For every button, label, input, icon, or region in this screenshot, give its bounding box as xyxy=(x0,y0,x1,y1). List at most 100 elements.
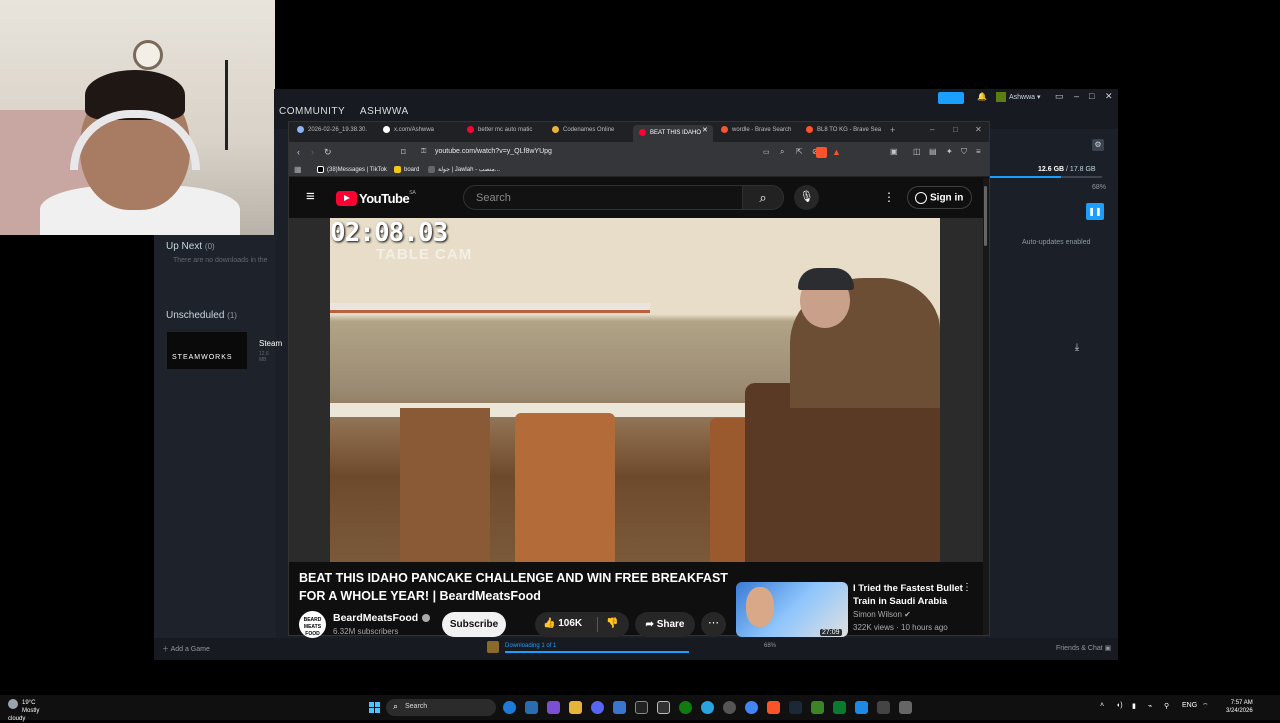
tab-codenames[interactable]: Codenames Online xyxy=(552,126,630,140)
new-tab-icon[interactable]: + xyxy=(890,125,895,135)
battery-icon[interactable]: ▮ xyxy=(1132,702,1136,710)
explorer-icon[interactable] xyxy=(569,701,582,714)
obs-icon[interactable] xyxy=(635,701,648,714)
dislike-button[interactable]: 👎 xyxy=(606,618,618,629)
channel-name[interactable]: BeardMeatsFood xyxy=(333,612,431,624)
hamburger-icon[interactable]: ≡ xyxy=(306,188,315,205)
chrome-icon[interactable] xyxy=(745,701,758,714)
youtube-logo[interactable]: YouTubeSA xyxy=(336,190,416,208)
xbox-icon[interactable] xyxy=(679,701,692,714)
weather-widget[interactable]: 19°C Mostly cloudy xyxy=(8,699,44,723)
pause-button[interactable]: ❚❚ xyxy=(1086,203,1104,220)
nav-profile[interactable]: ASHWWA xyxy=(360,106,409,117)
mail-icon[interactable] xyxy=(525,701,538,714)
clock[interactable]: 7:57 AM 3/24/2026 xyxy=(1226,699,1253,715)
reload-icon[interactable]: ↻ xyxy=(324,147,332,158)
network-icon[interactable]: ⌁ xyxy=(1148,702,1152,710)
sidebar-icon[interactable]: ▣ xyxy=(890,147,898,156)
start-button[interactable] xyxy=(369,702,380,713)
close-icon[interactable]: ✕ xyxy=(975,125,982,134)
brave-rewards-icon[interactable]: ▲ xyxy=(832,147,841,157)
search-input[interactable]: Search xyxy=(463,185,743,210)
download-icon[interactable]: ⤓ xyxy=(1069,342,1085,358)
bookmark-board[interactable]: board xyxy=(394,166,419,173)
user-menu[interactable]: Ashwwa ▾ xyxy=(996,92,1041,102)
page-scrollbar[interactable] xyxy=(983,178,989,635)
gamepass-icon[interactable] xyxy=(833,701,846,714)
minecraft-icon[interactable] xyxy=(811,701,824,714)
download-status[interactable]: Downloading 1 of 1 xyxy=(505,643,556,649)
split-view-icon[interactable]: ◫ xyxy=(913,147,921,156)
more-actions-button[interactable]: ⋯ xyxy=(701,612,726,637)
nav-community[interactable]: COMMUNITY xyxy=(279,106,345,117)
channel-avatar[interactable]: BEARD MEATS FOOD xyxy=(299,611,326,638)
steam-icon[interactable] xyxy=(789,701,802,714)
minimize-icon[interactable]: – xyxy=(1074,91,1079,101)
zoom-icon[interactable]: ⌕ xyxy=(780,147,784,157)
back-icon[interactable]: ‹ xyxy=(297,147,300,157)
bookmark-icon[interactable]: ⌑ xyxy=(401,147,406,158)
forward-icon[interactable]: › xyxy=(311,147,314,157)
apps-icon[interactable]: ▦ xyxy=(294,165,302,174)
broadcast-icon[interactable] xyxy=(938,92,964,104)
friends-chat-button[interactable]: Friends & Chat ▣ xyxy=(1056,644,1111,652)
download-icon[interactable] xyxy=(487,641,499,653)
brave-shield-icon[interactable] xyxy=(816,147,827,158)
close-icon[interactable]: ✕ xyxy=(1105,91,1113,102)
subscribe-button[interactable]: Subscribe xyxy=(442,612,506,637)
maximize-icon[interactable]: □ xyxy=(1089,91,1094,101)
more-icon[interactable]: ⋮ xyxy=(883,190,895,204)
tab-youtube-active[interactable]: BEAT THIS IDAHO xyxy=(633,125,713,142)
teams-icon[interactable] xyxy=(855,701,868,714)
tab-file[interactable]: 2026-02-26_19.38.30. xyxy=(297,126,375,140)
wallet-icon[interactable]: ▤ xyxy=(929,147,937,156)
menu-icon[interactable]: ≡ xyxy=(976,147,981,156)
site-info-icon[interactable]: ⚿ xyxy=(421,148,426,156)
like-button[interactable]: 👍 106K xyxy=(543,618,582,629)
extensions-icon[interactable]: ✦ xyxy=(946,147,953,156)
chevron-up-icon[interactable]: ˄ xyxy=(1100,702,1104,709)
maximize-icon[interactable]: □ xyxy=(953,125,958,134)
bell-icon[interactable]: 🔔 xyxy=(977,92,987,101)
tab-x[interactable]: x.com/Ashwwa xyxy=(383,126,458,140)
add-game-button[interactable]: ＋ Add a Game xyxy=(162,644,210,654)
copilot-icon[interactable] xyxy=(547,701,560,714)
tab-lbs[interactable]: BL8 TO KG - Brave Sea xyxy=(806,126,884,140)
recommended-title[interactable]: I Tried the Fastest Bullet Train in Saud… xyxy=(853,582,963,608)
minimize-icon[interactable]: – xyxy=(930,125,934,134)
telegram-icon[interactable] xyxy=(701,701,714,714)
display-icon[interactable]: ▭ xyxy=(1055,91,1064,102)
mic-icon[interactable]: 🎙 xyxy=(794,185,819,210)
gear-icon[interactable]: ⚙ xyxy=(1092,139,1104,151)
speaker-icon[interactable]: ◖) xyxy=(1116,702,1123,709)
cast-icon[interactable]: ▭ xyxy=(763,148,770,156)
app-icon[interactable] xyxy=(899,701,912,714)
app-icon[interactable] xyxy=(877,701,890,714)
recommended-menu-icon[interactable]: ⋮ xyxy=(962,582,972,593)
terminal-icon[interactable] xyxy=(657,701,670,714)
tab-close-icon[interactable]: ✕ xyxy=(702,126,708,134)
bookmark-jawlah[interactable]: جولة | Jawlah - منصب... xyxy=(428,166,500,173)
steamworks-tile[interactable]: STEAMWORKS xyxy=(167,332,247,369)
discord-icon[interactable] xyxy=(591,701,604,714)
sign-in-button[interactable]: Sign in xyxy=(907,186,972,209)
brave-icon[interactable] xyxy=(767,701,780,714)
tab-wordle[interactable]: wordle - Brave Search xyxy=(721,126,801,140)
vpn-icon[interactable]: ⛉ xyxy=(961,147,967,157)
share-icon[interactable]: ⇱ xyxy=(796,147,803,156)
notes-icon[interactable] xyxy=(613,701,626,714)
settings-icon[interactable] xyxy=(723,701,736,714)
taskbar-search[interactable]: Search xyxy=(386,699,496,716)
url-field[interactable]: youtube.com/watch?v=y_QLf8wYUpg xyxy=(435,148,552,155)
tab-youtube-mc[interactable]: better mc auto matic xyxy=(467,126,547,140)
mic-icon[interactable]: ⚲ xyxy=(1164,702,1169,710)
wifi-icon[interactable]: ⌔ xyxy=(1202,702,1209,711)
search-button[interactable]: ⌕ xyxy=(742,185,784,210)
edge-icon[interactable] xyxy=(503,701,516,714)
recommended-channel[interactable]: Simon Wilson ✔ xyxy=(853,610,911,619)
share-button[interactable]: ➦ Share xyxy=(635,612,695,637)
language-indicator[interactable]: ENG xyxy=(1182,702,1197,709)
video-player[interactable]: 02:08.03 TABLE CAM xyxy=(289,218,989,562)
unscheduled-label: Unscheduled xyxy=(166,310,225,321)
bookmark-tiktok[interactable]: (38)Messages | TikTok xyxy=(317,166,387,173)
